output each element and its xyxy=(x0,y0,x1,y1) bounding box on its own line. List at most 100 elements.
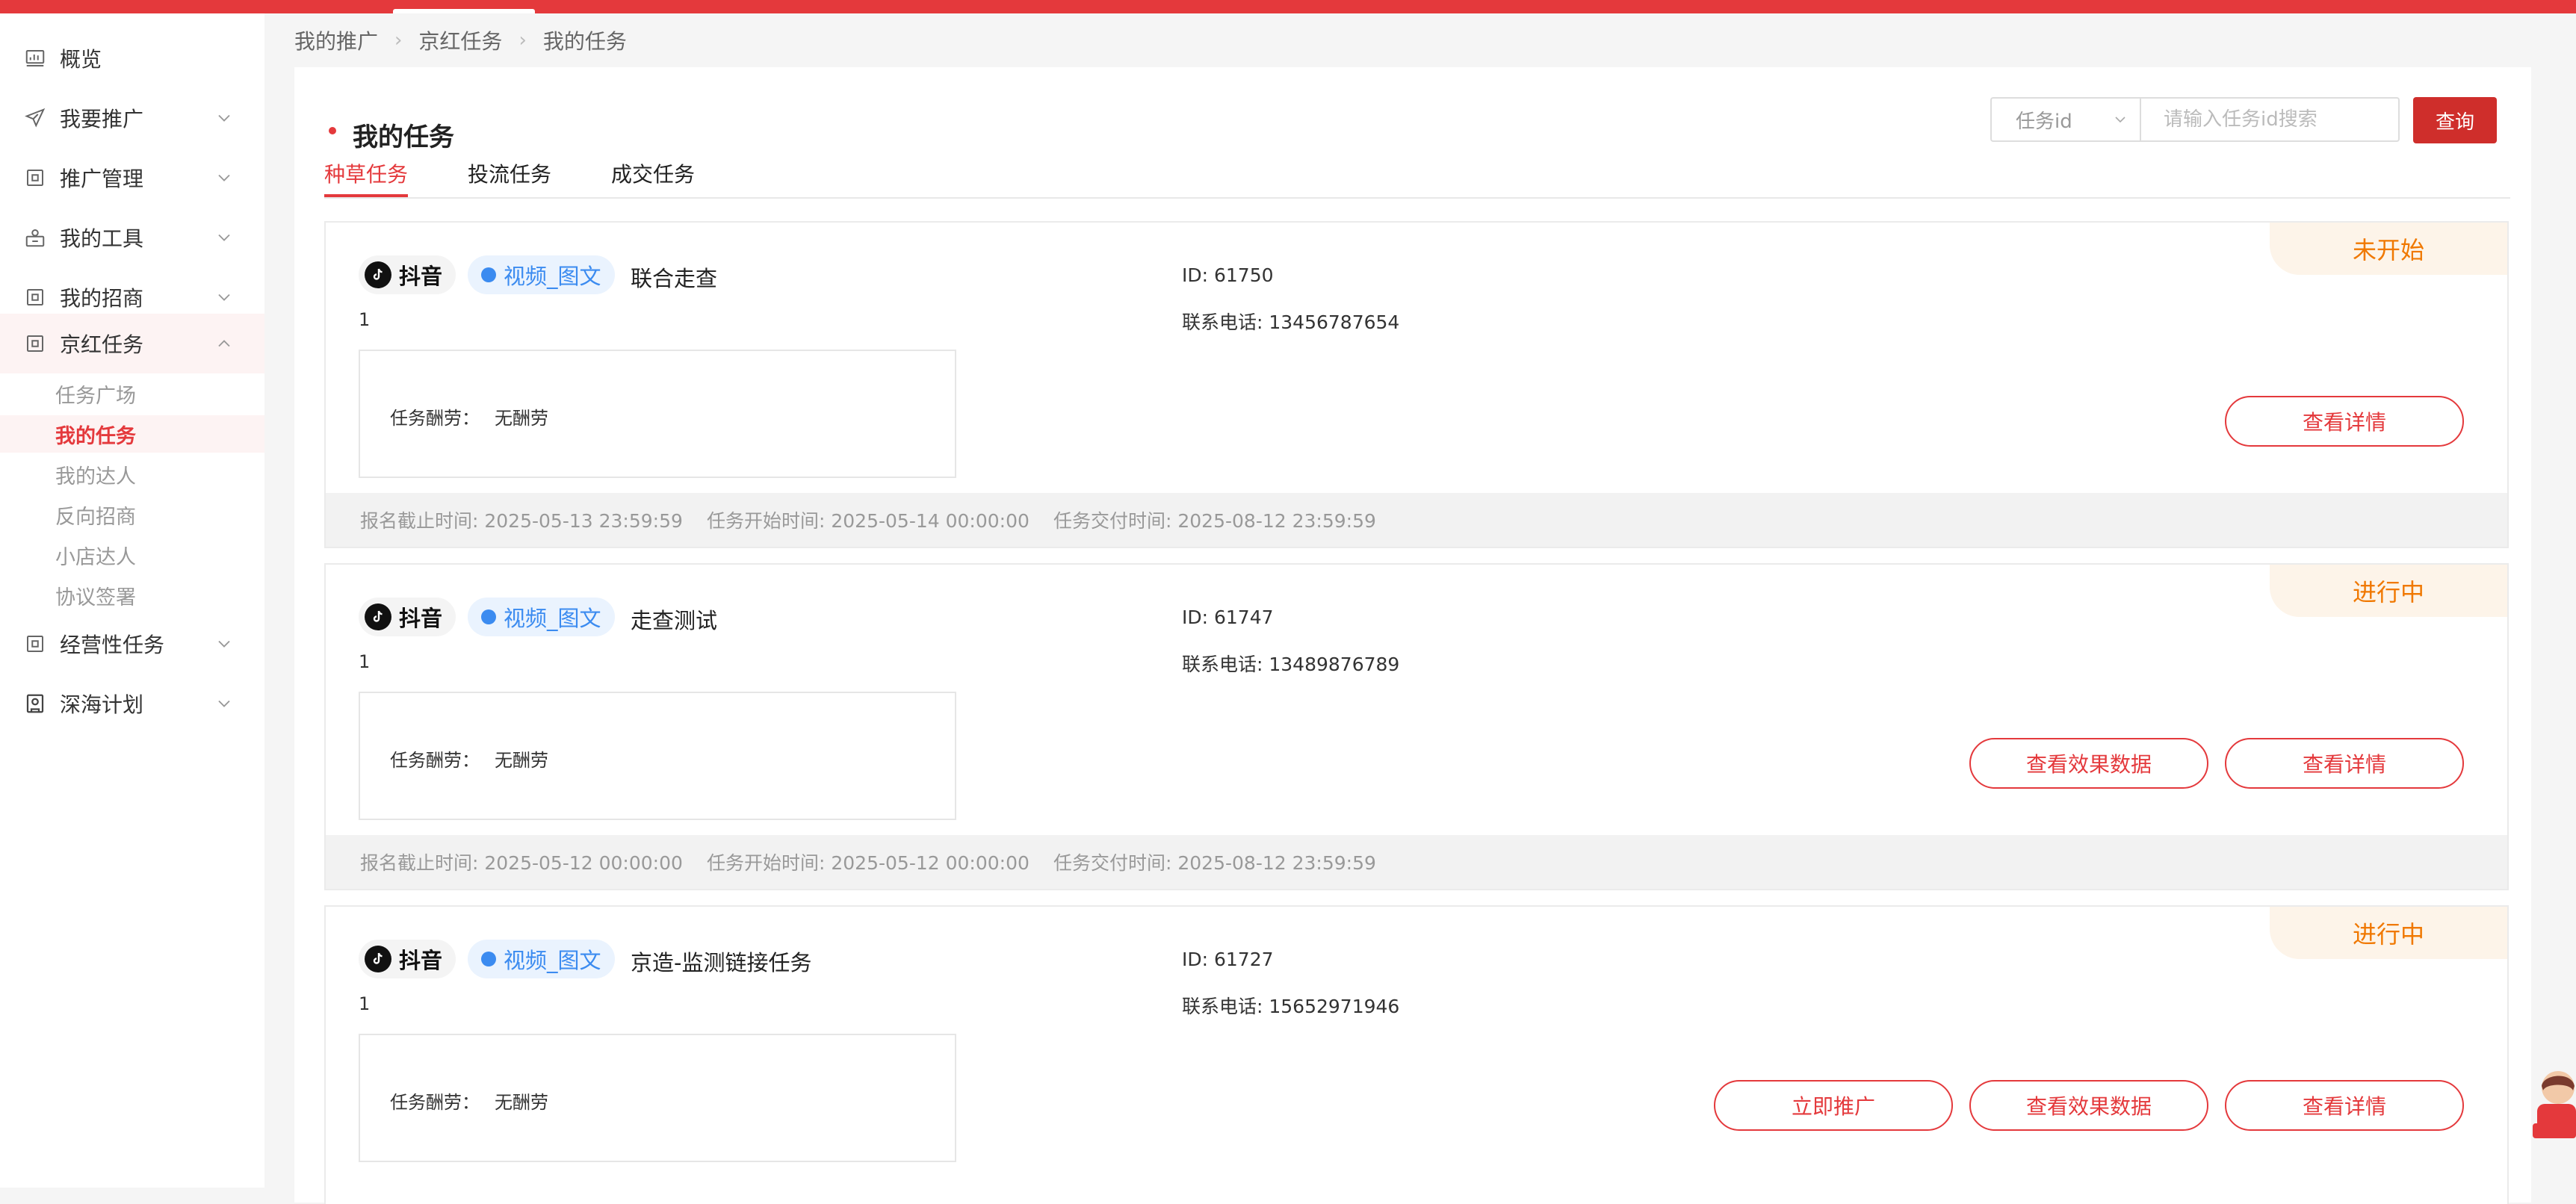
status-badge: 未开始 xyxy=(2270,223,2507,275)
signup-deadline: 报名截止时间: 2025-05-13 23:59:59 xyxy=(360,510,683,532)
content-type-tag: 视频_图文 xyxy=(468,598,615,636)
chevron-down-icon xyxy=(214,633,235,654)
sidebar-item-label: 我要推广 xyxy=(60,107,144,131)
reward-label: 任务酬劳： xyxy=(390,1092,480,1113)
reward-value: 无酬劳 xyxy=(495,408,548,429)
platform-label: 抖音 xyxy=(399,606,443,631)
status-badge: 进行中 xyxy=(2270,907,2507,959)
task-sub-value: 1 xyxy=(359,651,371,672)
task-tabs: 种草任务 投流任务 成交任务 xyxy=(324,158,2510,199)
task-card: 抖音 视频_图文 联合走查 1 ID: 61750 联系电话: 13456787… xyxy=(324,221,2509,548)
content-type-tag: 视频_图文 xyxy=(468,940,615,978)
task-sub-value: 1 xyxy=(359,309,371,330)
sidebar-subitem-label: 小店达人 xyxy=(55,545,136,569)
sidebar-item-label: 我的工具 xyxy=(60,226,144,251)
grid-icon xyxy=(24,167,46,189)
platform-badge: 抖音 xyxy=(359,940,456,978)
chevron-up-icon xyxy=(214,333,235,354)
task-start-time: 任务开始时间: 2025-05-12 00:00:00 xyxy=(707,852,1030,874)
search-field-select[interactable]: 任务id xyxy=(1990,97,2140,142)
tab-conversion[interactable]: 成交任务 xyxy=(611,158,695,196)
view-details-button[interactable]: 查看详情 xyxy=(2225,738,2464,789)
chevron-down-icon xyxy=(214,287,235,308)
sidebar-item-deep-sea-plan[interactable]: 深海计划 xyxy=(0,675,264,732)
sidebar-subitem-task-square[interactable]: 任务广场 xyxy=(0,375,264,412)
sidebar-item-business-tasks[interactable]: 经营性任务 xyxy=(0,615,264,672)
platform-badge: 抖音 xyxy=(359,255,456,294)
sidebar-item-jinghong-tasks[interactable]: 京红任务 xyxy=(0,314,264,373)
breadcrumb-item[interactable]: 我的推广 xyxy=(294,25,378,55)
view-details-button[interactable]: 查看详情 xyxy=(2225,396,2464,447)
type-dot-icon xyxy=(481,609,496,624)
tools-icon xyxy=(24,226,46,249)
task-panel: 我的任务 任务id 查询 种草任务 投流任务 成交任务 抖音 视频_图文 联合走… xyxy=(294,67,2531,1204)
search-field-value: 任务id xyxy=(2016,110,2072,133)
sidebar-item-label: 我的招商 xyxy=(60,286,144,311)
card-footer: 报名截止时间: 2025-05-12 00:00:00 任务开始时间: 2025… xyxy=(326,835,2507,889)
top-accent-bar xyxy=(0,0,2576,13)
grid-icon xyxy=(24,332,46,355)
sidebar-subitem-label: 协议签署 xyxy=(55,586,136,609)
sidebar: 概览 我要推广 推广管理 我的工具 我的招商 京红任务 任务广场 我的任务 我的… xyxy=(0,13,264,1188)
sidebar-subitem-my-tasks[interactable]: 我的任务 xyxy=(0,415,264,453)
platform-badge: 抖音 xyxy=(359,598,456,636)
sidebar-item-tools[interactable]: 我的工具 xyxy=(0,209,264,266)
reward-value: 无酬劳 xyxy=(495,1092,548,1113)
search-input[interactable] xyxy=(2140,97,2400,142)
task-sub-value: 1 xyxy=(359,993,371,1014)
page-title: 我的任务 xyxy=(353,122,454,152)
promote-now-button[interactable]: 立即推广 xyxy=(1714,1080,1953,1131)
view-details-button[interactable]: 查看详情 xyxy=(2225,1080,2464,1131)
sidebar-item-overview[interactable]: 概览 xyxy=(0,30,264,87)
chevron-down-icon xyxy=(214,167,235,188)
building-icon xyxy=(24,692,46,715)
douyin-icon xyxy=(365,261,391,288)
reward-label: 任务酬劳： xyxy=(390,750,480,771)
task-delivery-time: 任务交付时间: 2025-08-12 23:59:59 xyxy=(1053,510,1376,532)
sidebar-subitem-label: 反向招商 xyxy=(55,505,136,529)
douyin-icon xyxy=(365,946,391,972)
reward-box: 任务酬劳： 无酬劳 xyxy=(359,1034,956,1162)
chevron-down-icon xyxy=(214,108,235,128)
sidebar-item-label: 深海计划 xyxy=(60,692,144,717)
search-button[interactable]: 查询 xyxy=(2413,97,2497,143)
type-dot-icon xyxy=(481,952,496,966)
task-card: 抖音 视频_图文 走查测试 1 ID: 61747 联系电话: 13489876… xyxy=(324,563,2509,890)
task-start-time: 任务开始时间: 2025-05-14 00:00:00 xyxy=(707,510,1030,532)
platform-label: 抖音 xyxy=(399,948,443,973)
sidebar-item-label: 经营性任务 xyxy=(60,633,165,657)
chevron-right-icon: › xyxy=(518,29,527,52)
breadcrumb-item[interactable]: 京红任务 xyxy=(418,25,502,55)
task-name: 联合走查 xyxy=(631,266,718,291)
view-effect-data-button[interactable]: 查看效果数据 xyxy=(1969,1080,2208,1131)
chevron-down-icon xyxy=(214,693,235,714)
view-effect-data-button[interactable]: 查看效果数据 xyxy=(1969,738,2208,789)
sidebar-subitem-agreements[interactable]: 协议签署 xyxy=(0,577,264,614)
sidebar-subitem-shop-creators[interactable]: 小店达人 xyxy=(0,536,264,574)
task-delivery-time: 任务交付时间: 2025-08-12 23:59:59 xyxy=(1053,852,1376,874)
grid-icon xyxy=(24,633,46,655)
task-id: ID: 61750 xyxy=(1182,264,1274,286)
reward-value: 无酬劳 xyxy=(495,750,548,771)
signup-deadline: 报名截止时间: 2025-05-12 00:00:00 xyxy=(360,852,683,874)
douyin-icon xyxy=(365,603,391,630)
task-id: ID: 61727 xyxy=(1182,949,1274,970)
content-type-label: 视频_图文 xyxy=(504,264,601,289)
breadcrumb-item: 我的任务 xyxy=(542,29,627,54)
sidebar-item-label: 推广管理 xyxy=(60,167,144,191)
sidebar-subitem-my-creators[interactable]: 我的达人 xyxy=(0,456,264,493)
main-content: 我的推广 › 京红任务 › 我的任务 我的任务 任务id 查询 种草任务 投流任… xyxy=(294,13,2537,1204)
chevron-down-icon xyxy=(214,227,235,248)
reward-box: 任务酬劳： 无酬劳 xyxy=(359,350,956,478)
sidebar-item-promote[interactable]: 我要推广 xyxy=(0,90,264,146)
sidebar-item-promotion-management[interactable]: 推广管理 xyxy=(0,149,264,206)
content-type-label: 视频_图文 xyxy=(504,948,601,973)
task-id: ID: 61747 xyxy=(1182,606,1274,628)
feedback-widget[interactable] xyxy=(2525,1067,2576,1141)
task-phone: 联系电话: 13456787654 xyxy=(1182,311,1400,333)
sidebar-subitem-reverse-merchants[interactable]: 反向招商 xyxy=(0,496,264,533)
task-card: 抖音 视频_图文 京造-监测链接任务 1 ID: 61727 联系电话: 156… xyxy=(324,905,2509,1204)
tab-traffic[interactable]: 投流任务 xyxy=(468,158,551,196)
task-phone: 联系电话: 15652971946 xyxy=(1182,996,1400,1017)
tab-seeding[interactable]: 种草任务 xyxy=(324,158,409,197)
